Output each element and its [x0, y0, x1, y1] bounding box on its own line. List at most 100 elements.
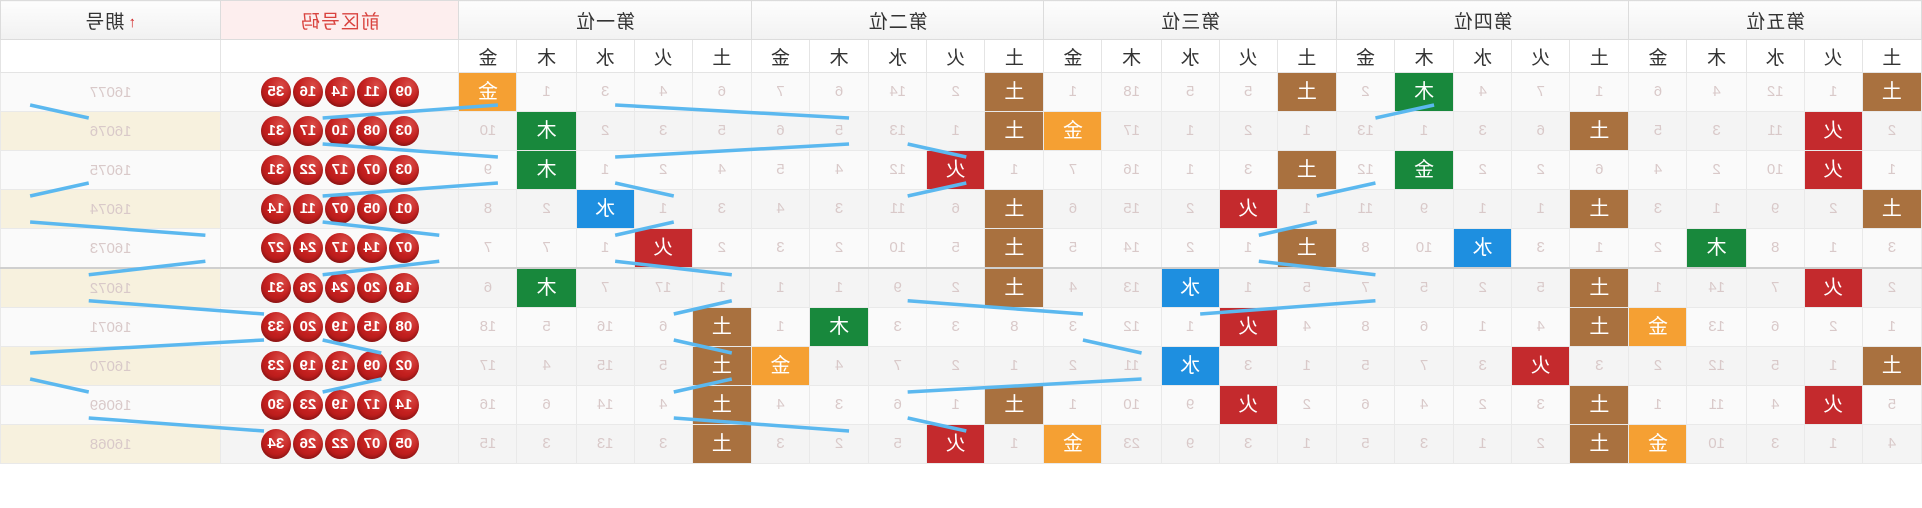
- element-header-p5-2[interactable]: 水: [1746, 39, 1805, 73]
- element-header-p1-4[interactable]: 金: [458, 39, 517, 73]
- cell-value: 木: [1414, 81, 1435, 103]
- element-header-p1-2[interactable]: 水: [576, 39, 635, 73]
- miss-cell-p2: 2: [926, 72, 985, 112]
- cell-value: 7: [601, 279, 610, 296]
- cell-value: 9: [1771, 200, 1780, 217]
- issue-number[interactable]: 16071: [0, 307, 221, 347]
- issue-header[interactable]: ↑期号: [0, 0, 221, 40]
- cell-value: 2: [1536, 161, 1545, 178]
- miss-cell-p3: 1: [1277, 111, 1337, 151]
- issue-number[interactable]: 16069: [0, 385, 221, 425]
- issue-number[interactable]: 16075: [0, 150, 221, 190]
- issue-number[interactable]: 16074: [0, 189, 221, 229]
- miss-cell-p2: 1: [926, 111, 985, 151]
- element-header-p4-3[interactable]: 木: [1394, 39, 1454, 73]
- element-header-p2-4[interactable]: 金: [751, 39, 810, 73]
- miss-cell-p5: 1: [1862, 307, 1922, 347]
- hit-cell-p2: 土: [984, 111, 1044, 151]
- cell-value: 土: [711, 394, 732, 416]
- element-header-p5-0[interactable]: 土: [1862, 39, 1922, 73]
- cell-value: 3: [1536, 239, 1545, 256]
- table-row: 土 1 5 12 2 3 火 3 7 5 1 3 水 11 2 1 2 7 4 金土 5 15 4 17 0209131923 1…: [0, 346, 1922, 386]
- number-ball: 14: [388, 390, 419, 420]
- element-header-p1-1[interactable]: 火: [634, 39, 693, 73]
- element-header-p5-4[interactable]: 金: [1628, 39, 1687, 73]
- cell-value: 9: [893, 279, 902, 296]
- issue-number[interactable]: 16072: [0, 268, 221, 308]
- miss-cell-p2: 4: [751, 189, 810, 229]
- issue-number[interactable]: 16077: [0, 72, 221, 112]
- element-header-p2-3[interactable]: 木: [809, 39, 869, 73]
- element-header-p2-2[interactable]: 水: [868, 39, 927, 73]
- miss-cell-p5: 1: [1804, 228, 1863, 268]
- miss-cell-p3: 2: [1161, 189, 1220, 229]
- front-zone-balls: 0507222634: [220, 424, 459, 464]
- element-header-p1-3[interactable]: 木: [516, 39, 577, 73]
- cell-value: 16: [479, 396, 497, 413]
- element-header-p5-1[interactable]: 火: [1804, 39, 1863, 73]
- cell-value: 火: [1238, 394, 1259, 416]
- number-ball: 14: [324, 77, 355, 107]
- element-header-p3-0[interactable]: 土: [1277, 39, 1337, 73]
- cell-value: 2: [659, 161, 668, 178]
- cell-value: 2: [1536, 435, 1545, 452]
- cell-value: 5: [1771, 357, 1780, 374]
- miss-cell-p3: 23: [1101, 424, 1162, 464]
- issue-number[interactable]: 16070: [0, 346, 221, 386]
- hit-cell-p3: 火: [1219, 385, 1278, 425]
- hit-cell-p4: 火: [1511, 346, 1570, 386]
- number-ball: 03: [388, 155, 419, 185]
- number-ball: 09: [356, 351, 387, 381]
- cell-value: 11: [1767, 122, 1784, 139]
- miss-cell-p5: 6: [1746, 307, 1805, 347]
- issue-number[interactable]: 16076: [0, 111, 221, 151]
- number-ball: 11: [292, 194, 323, 224]
- miss-cell-p4: 2: [1511, 150, 1570, 190]
- element-header-p3-2[interactable]: 水: [1161, 39, 1220, 73]
- hit-cell-p4: 土: [1569, 385, 1629, 425]
- element-header-p3-4[interactable]: 金: [1043, 39, 1102, 73]
- element-header-p4-0[interactable]: 土: [1569, 39, 1629, 73]
- miss-cell-p1: 4: [692, 150, 752, 190]
- cell-value: 14: [1123, 239, 1140, 256]
- element-header-p3-1[interactable]: 火: [1219, 39, 1278, 73]
- number-ball: 31: [260, 116, 291, 146]
- number-ball: 34: [260, 429, 291, 459]
- element-header-p3-3[interactable]: 木: [1101, 39, 1162, 73]
- miss-cell-p1: 6: [458, 268, 517, 308]
- miss-cell-p5: 1: [1628, 385, 1687, 425]
- miss-cell-p2: 6: [926, 189, 985, 229]
- miss-cell-p1: 8: [458, 189, 517, 229]
- miss-cell-p2: 3: [751, 424, 810, 464]
- element-header-p4-2[interactable]: 水: [1453, 39, 1512, 73]
- miss-cell-p4: 4: [1511, 307, 1570, 347]
- miss-cell-p4: 1: [1569, 228, 1629, 268]
- element-header-p2-1[interactable]: 火: [926, 39, 985, 73]
- miss-cell-p2: 3: [926, 307, 985, 347]
- miss-cell-p3: 1: [1219, 228, 1278, 268]
- cell-value: 火: [1238, 198, 1259, 220]
- miss-cell-p1: 5: [692, 111, 752, 151]
- element-header-p1-0[interactable]: 土: [692, 39, 752, 73]
- element-header-p5-3[interactable]: 木: [1687, 39, 1747, 73]
- miss-cell-p3: 14: [1101, 228, 1162, 268]
- cell-value: 2: [1186, 239, 1195, 256]
- cell-value: 8: [1361, 239, 1370, 256]
- miss-cell-p1: 3: [634, 424, 693, 464]
- issue-number[interactable]: 16068: [0, 424, 221, 464]
- cell-value: 7: [1771, 279, 1780, 296]
- cell-value: 6: [483, 279, 493, 296]
- element-header-p4-1[interactable]: 火: [1511, 39, 1570, 73]
- miss-cell-p5: 3: [1746, 424, 1805, 464]
- element-header-p4-4[interactable]: 金: [1336, 39, 1395, 73]
- miss-cell-p1: 7: [576, 268, 635, 308]
- cell-value: 木: [536, 277, 557, 299]
- element-header-p2-0[interactable]: 土: [984, 39, 1044, 73]
- number-ball: 19: [292, 351, 323, 381]
- table-row: 土 2 9 1 3 土 1 1 9 11 1 火 2 15 6 土 6 11 3 4 3 1 水 2 8 0105071114 16…: [0, 189, 1922, 229]
- issue-number[interactable]: 16073: [0, 228, 221, 268]
- cell-value: 3: [1244, 161, 1253, 178]
- cell-value: 7: [1536, 83, 1545, 100]
- miss-cell-p1: 6: [692, 72, 752, 112]
- miss-cell-p3: 1: [1277, 424, 1337, 464]
